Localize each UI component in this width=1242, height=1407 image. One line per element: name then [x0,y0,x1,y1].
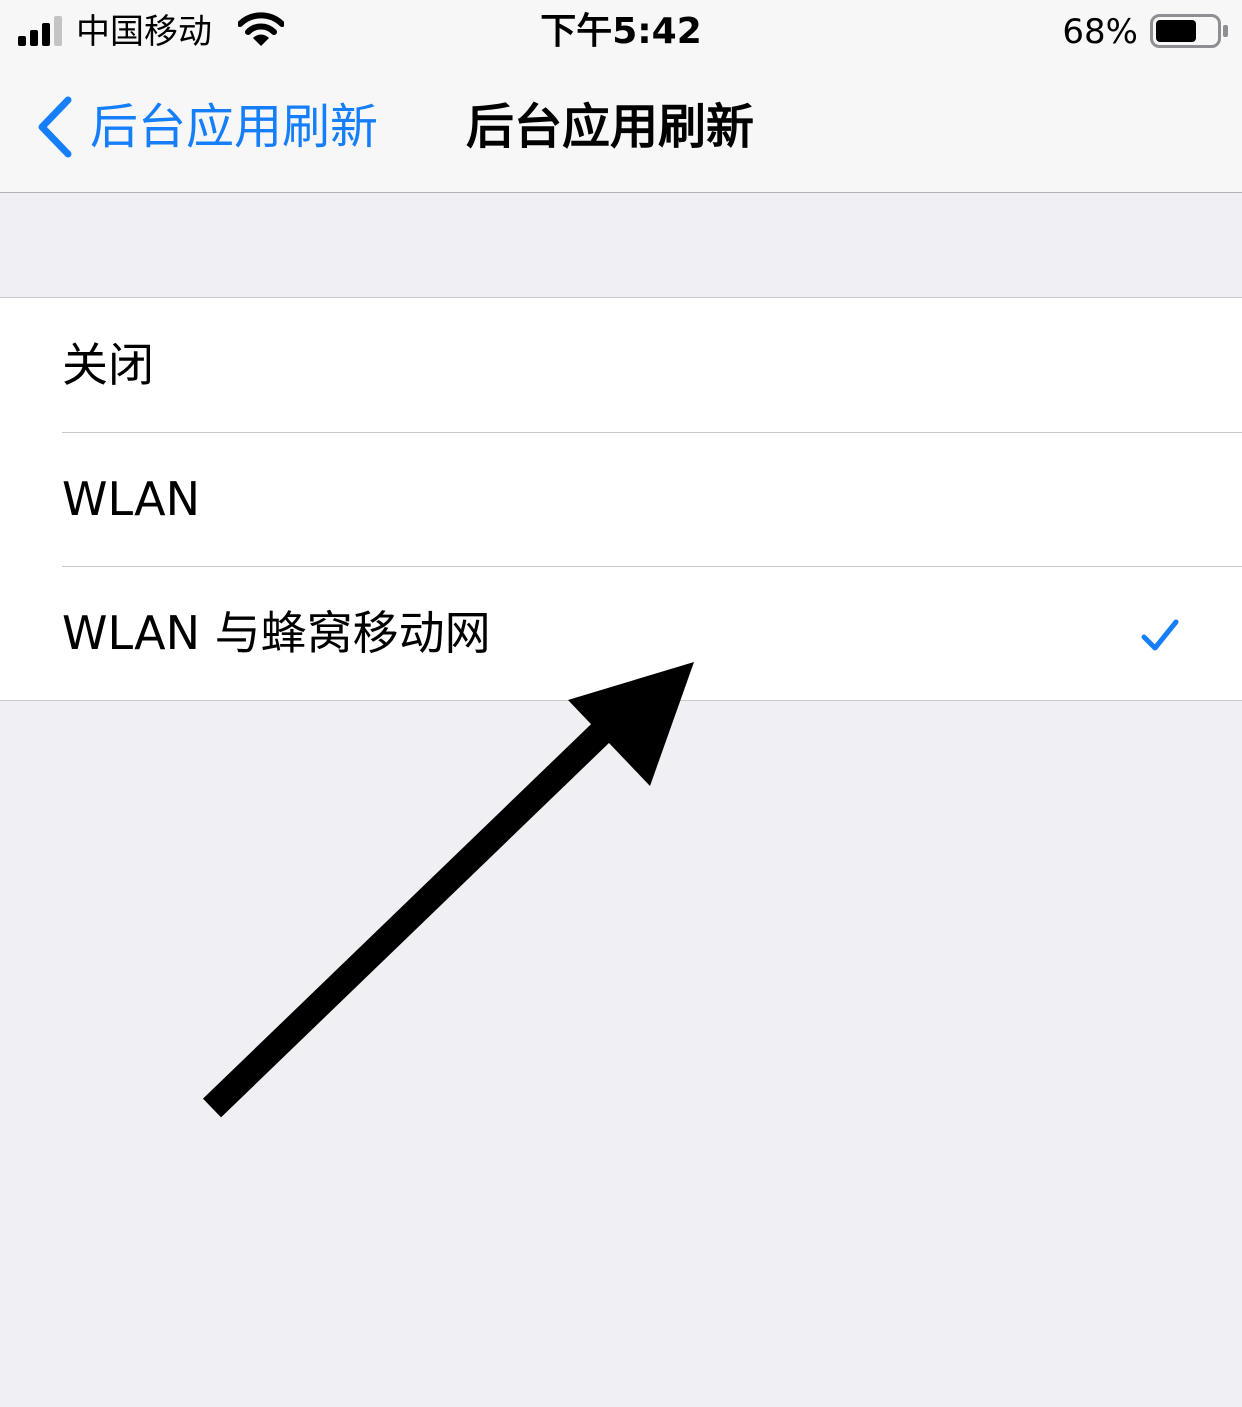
chevron-left-icon[interactable] [36,96,76,158]
option-label: WLAN [62,472,201,526]
back-button[interactable]: 后台应用刷新 [36,92,378,162]
option-label: 关闭 [62,338,154,392]
annotation-arrow-icon [202,662,694,1118]
option-label: WLAN 与蜂窝移动网 [62,606,491,660]
back-button-label[interactable]: 后台应用刷新 [90,96,378,158]
battery-percent: 68% [1062,12,1138,52]
option-wlan[interactable]: WLAN [0,432,1242,566]
checkmark-icon [1141,619,1179,651]
option-wlan-cellular[interactable]: WLAN 与蜂窝移动网 [0,566,1242,700]
clock: 下午5:42 [540,11,702,52]
navigation-bar: 后台应用刷新 后台应用刷新 [0,64,1242,193]
options-list: 关闭 WLAN WLAN 与蜂窝移动网 [0,297,1242,701]
battery-icon [1150,14,1228,48]
option-off[interactable]: 关闭 [0,298,1242,432]
status-bar: 中国移动 下午5:42 68% [0,0,1242,64]
page-title: 后台应用刷新 [466,99,755,155]
